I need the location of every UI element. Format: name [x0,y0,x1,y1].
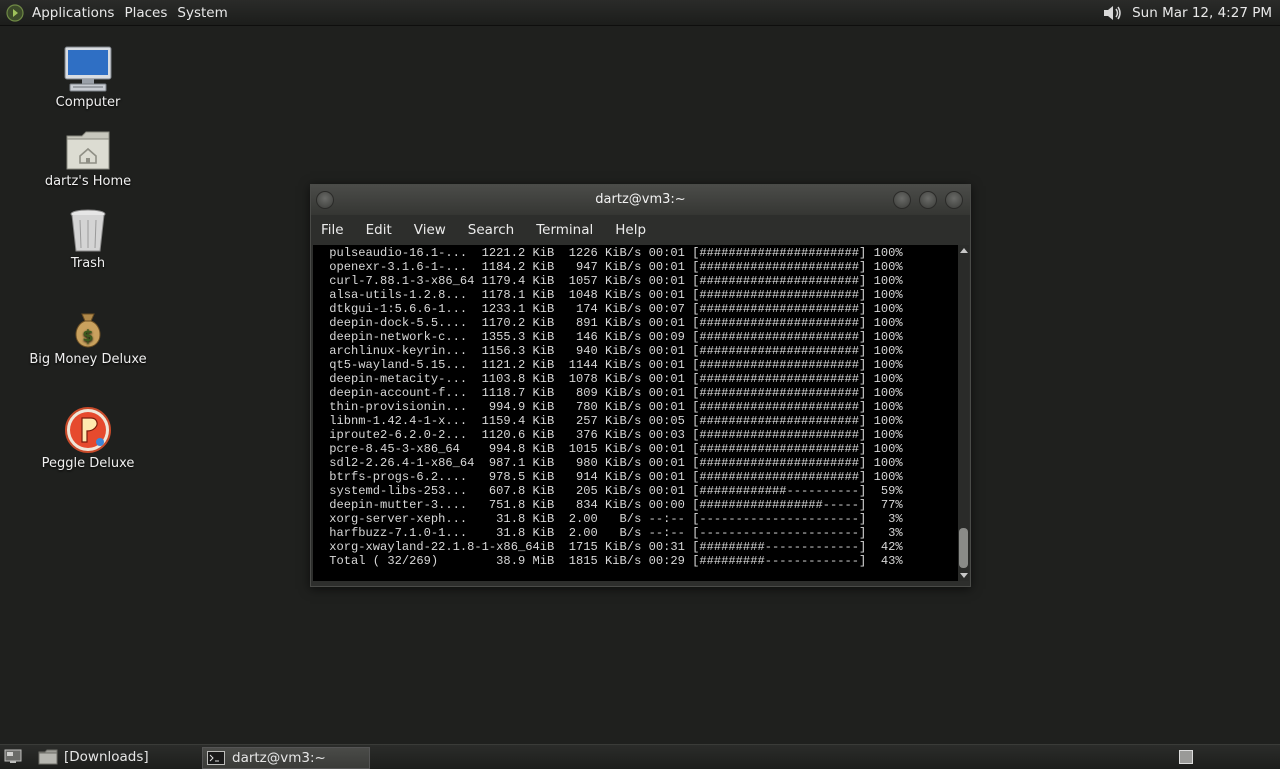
window-title: dartz@vm3:~ [595,192,686,207]
trash-icon [70,209,106,252]
terminal-line: dtkgui-1:5.6.6-1... 1233.1 KiB 174 KiB/s… [322,302,903,316]
terminal-line: thin-provisionin... 994.9 KiB 780 KiB/s … [322,400,903,414]
scroll-down-arrow-icon[interactable] [960,573,968,578]
system-menu[interactable]: System [175,5,235,21]
bottom-panel: [Downloads] dartz@vm3:~ [0,744,1280,769]
terminal-line: sdl2-2.26.4-1-x86_64 987.1 KiB 980 KiB/s… [322,456,903,470]
terminal-line: deepin-account-f... 1118.7 KiB 809 KiB/s… [322,386,903,400]
terminal-line: deepin-dock-5.5.... 1170.2 KiB 891 KiB/s… [322,316,903,330]
taskbar-item-label: dartz@vm3:~ [232,750,326,766]
top-panel: Applications Places System Sun Mar 12, 4… [0,0,1280,26]
desktop-icon-label: Computer [55,95,121,110]
close-button[interactable] [945,191,963,209]
folder-icon [38,749,58,765]
show-desktop-icon[interactable] [4,749,22,764]
terminal-line: deepin-mutter-3.... 751.8 KiB 834 KiB/s … [322,498,903,512]
menu-help[interactable]: Help [605,222,646,238]
svg-text:$: $ [82,326,93,345]
terminal-line: openexr-3.1.6-1-... 1184.2 KiB 947 KiB/s… [322,260,903,274]
taskbar-item-terminal[interactable]: dartz@vm3:~ [202,747,370,769]
terminal-line: xorg-xwayland-22.1.8-1-x86_64iB 1715 KiB… [322,540,903,554]
terminal-output[interactable]: pulseaudio-16.1-... 1221.2 KiB 1226 KiB/… [313,245,958,581]
terminal-line: libnm-1.42.4-1-x... 1159.4 KiB 257 KiB/s… [322,414,903,428]
terminal-line: Total ( 32/269) 38.9 MiB 1815 KiB/s 00:2… [322,554,903,568]
terminal-line: harfbuzz-7.1.0-1... 31.8 KiB 2.00 B/s --… [322,526,903,540]
workspace-switcher[interactable] [1179,750,1193,764]
terminal-line: iproute2-6.2.0-2... 1120.6 KiB 376 KiB/s… [322,428,903,442]
terminal-scrollbar[interactable] [958,245,969,581]
menu-terminal[interactable]: Terminal [526,222,593,238]
desktop-icon-label: Trash [70,256,106,271]
terminal-menubar: File Edit View Search Terminal Help [311,217,970,243]
scrollbar-thumb[interactable] [959,528,968,568]
terminal-line: btrfs-progs-6.2.... 978.5 KiB 914 KiB/s … [322,470,903,484]
menu-search[interactable]: Search [458,222,514,238]
scroll-up-arrow-icon[interactable] [960,248,968,253]
terminal-line: deepin-metacity-... 1103.8 KiB 1078 KiB/… [322,372,903,386]
volume-icon[interactable] [1102,3,1124,23]
terminal-line: deepin-network-c... 1355.3 KiB 146 KiB/s… [322,330,903,344]
menu-file[interactable]: File [311,222,344,238]
places-menu[interactable]: Places [122,5,175,21]
window-titlebar[interactable]: dartz@vm3:~ [311,185,970,215]
desktop-icon-label: dartz's Home [44,174,132,189]
home-folder-icon [66,131,110,170]
terminal-window[interactable]: dartz@vm3:~ File Edit View Search Termin… [310,184,971,587]
desktop-icon-label: Peggle Deluxe [41,456,135,471]
menu-edit[interactable]: Edit [356,222,392,238]
desktop-icon-peggle[interactable]: Peggle Deluxe [18,406,158,471]
terminal-line: archlinux-keyrin... 1156.3 KiB 940 KiB/s… [322,344,903,358]
terminal-line: curl-7.88.1-3-x86_64 1179.4 KiB 1057 KiB… [322,274,903,288]
desktop-icon-home[interactable]: dartz's Home [18,128,158,189]
minimize-button[interactable] [893,191,911,209]
terminal-text: pulseaudio-16.1-... 1221.2 KiB 1226 KiB/… [322,246,903,568]
terminal-icon [207,751,225,765]
terminal-line: pcre-8.45-3-x86_64 994.8 KiB 1015 KiB/s … [322,442,903,456]
terminal-line: systemd-libs-253... 607.8 KiB 205 KiB/s … [322,484,903,498]
terminal-line: alsa-utils-1.2.8... 1178.1 KiB 1048 KiB/… [322,288,903,302]
desktop-icon-big-money[interactable]: $ Big Money Deluxe [18,310,158,367]
computer-icon [64,46,112,92]
clock[interactable]: Sun Mar 12, 4:27 PM [1132,5,1272,21]
taskbar-item-label: [Downloads] [64,749,149,765]
peggle-icon [65,407,111,453]
desktop-icon-trash[interactable]: Trash [18,208,158,271]
money-bag-icon: $ [75,313,101,348]
distro-logo-icon[interactable] [6,3,24,22]
taskbar-item-downloads[interactable]: [Downloads] [36,747,196,767]
terminal-line: qt5-wayland-5.15... 1121.2 KiB 1144 KiB/… [322,358,903,372]
terminal-line: pulseaudio-16.1-... 1221.2 KiB 1226 KiB/… [322,246,903,260]
desktop-icon-computer[interactable]: Computer [18,45,158,110]
desktop-icon-label: Big Money Deluxe [29,352,147,367]
maximize-button[interactable] [919,191,937,209]
terminal-line: xorg-server-xeph... 31.8 KiB 2.00 B/s --… [322,512,903,526]
applications-menu[interactable]: Applications [30,5,122,21]
menu-view[interactable]: View [404,222,446,238]
